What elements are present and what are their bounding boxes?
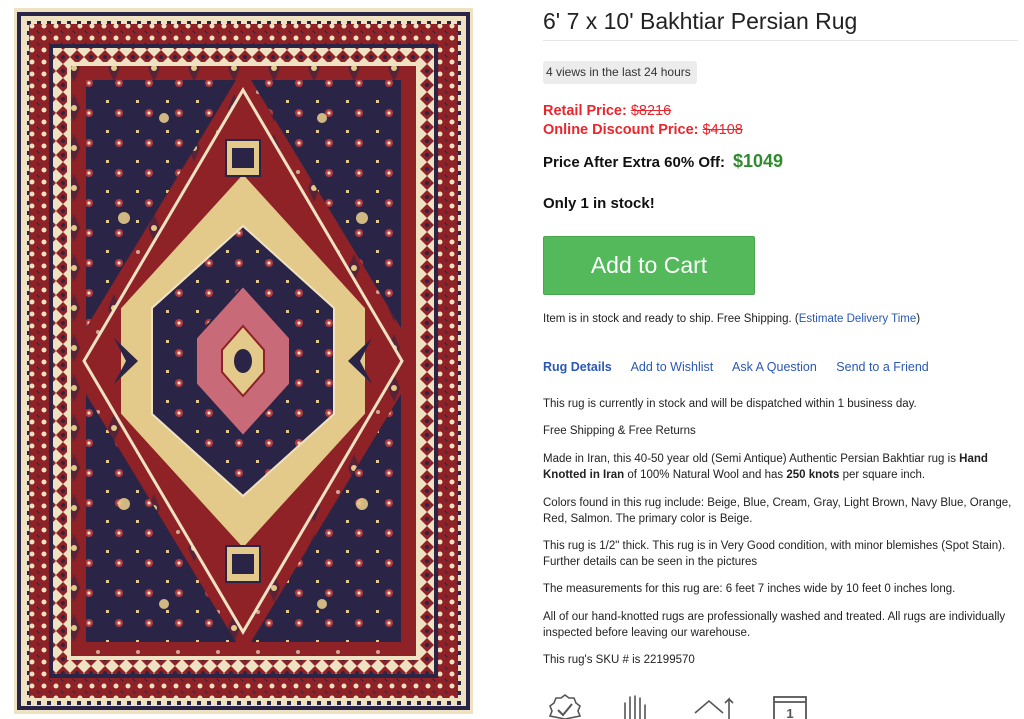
colors-text: Colors found in this rug include: Beige,… — [543, 497, 1012, 525]
stock-status: Only 1 in stock! — [543, 195, 655, 212]
condition-text: This rug is 1/2" thick. This rug is in V… — [543, 540, 1006, 568]
rug-image — [14, 8, 473, 714]
tab-ask-a-question[interactable]: Ask A Question — [732, 360, 817, 374]
origin-text-2: of 100% Natural Wool and has — [624, 468, 787, 481]
product-title: 6' 7 x 10' Bakhtiar Persian Rug — [543, 8, 858, 34]
title-divider — [543, 40, 1018, 41]
views-badge: 4 views in the last 24 hours — [543, 61, 697, 84]
online-price-value: $4108 — [702, 122, 743, 138]
home-return-icon — [694, 697, 734, 719]
hand-knotted-icon — [624, 695, 646, 719]
origin-text-3: per square inch. — [839, 468, 926, 481]
add-to-cart-button[interactable]: Add to Cart — [543, 236, 755, 295]
retail-price: Retail Price: $8216 — [543, 103, 671, 119]
origin-text: Made in Iran, this 40-50 year old (Semi … — [543, 452, 1018, 483]
online-price-label: Online Discount Price: — [543, 122, 699, 138]
feature-icons: 1 — [543, 693, 843, 719]
retail-price-value: $8216 — [630, 103, 672, 119]
shipping-text: Item is in stock and ready to ship. Free… — [543, 313, 799, 325]
checkmark-badge-icon — [548, 694, 582, 719]
retail-price-label: Retail Price: — [543, 103, 627, 119]
sku-text: This rug's SKU # is 22199570 — [543, 654, 695, 666]
final-price-value: $1049 — [733, 151, 784, 171]
shipping-note: Item is in stock and ready to ship. Free… — [543, 313, 920, 325]
calendar-day-label: 1 — [786, 706, 793, 719]
origin-text-1: Made in Iran, this 40-50 year old (Semi … — [543, 453, 960, 465]
measurements-text: The measurements for this rug are: 6 fee… — [543, 583, 956, 595]
online-discount-price: Online Discount Price: $4108 — [543, 122, 743, 138]
detail-tabs: Rug Details Add to Wishlist Ask A Questi… — [543, 360, 945, 374]
tab-add-to-wishlist[interactable]: Add to Wishlist — [631, 360, 714, 374]
washed-text: All of our hand-knotted rugs are profess… — [543, 611, 1006, 639]
final-price-label: Price After Extra 60% Off: — [543, 154, 726, 171]
estimate-delivery-link[interactable]: Estimate Delivery Time — [799, 313, 917, 325]
dispatch-text: This rug is currently in stock and will … — [543, 398, 917, 410]
tab-send-to-friend[interactable]: Send to a Friend — [836, 360, 928, 374]
free-shipping-text: Free Shipping & Free Returns — [543, 425, 696, 437]
final-price: Price After Extra 60% Off: $1049 — [543, 151, 783, 172]
tab-rug-details[interactable]: Rug Details — [543, 360, 612, 374]
calendar-icon: 1 — [773, 696, 807, 719]
origin-bold-2: 250 knots — [786, 468, 840, 481]
product-image[interactable] — [14, 8, 473, 714]
shipping-close: ) — [916, 313, 921, 325]
